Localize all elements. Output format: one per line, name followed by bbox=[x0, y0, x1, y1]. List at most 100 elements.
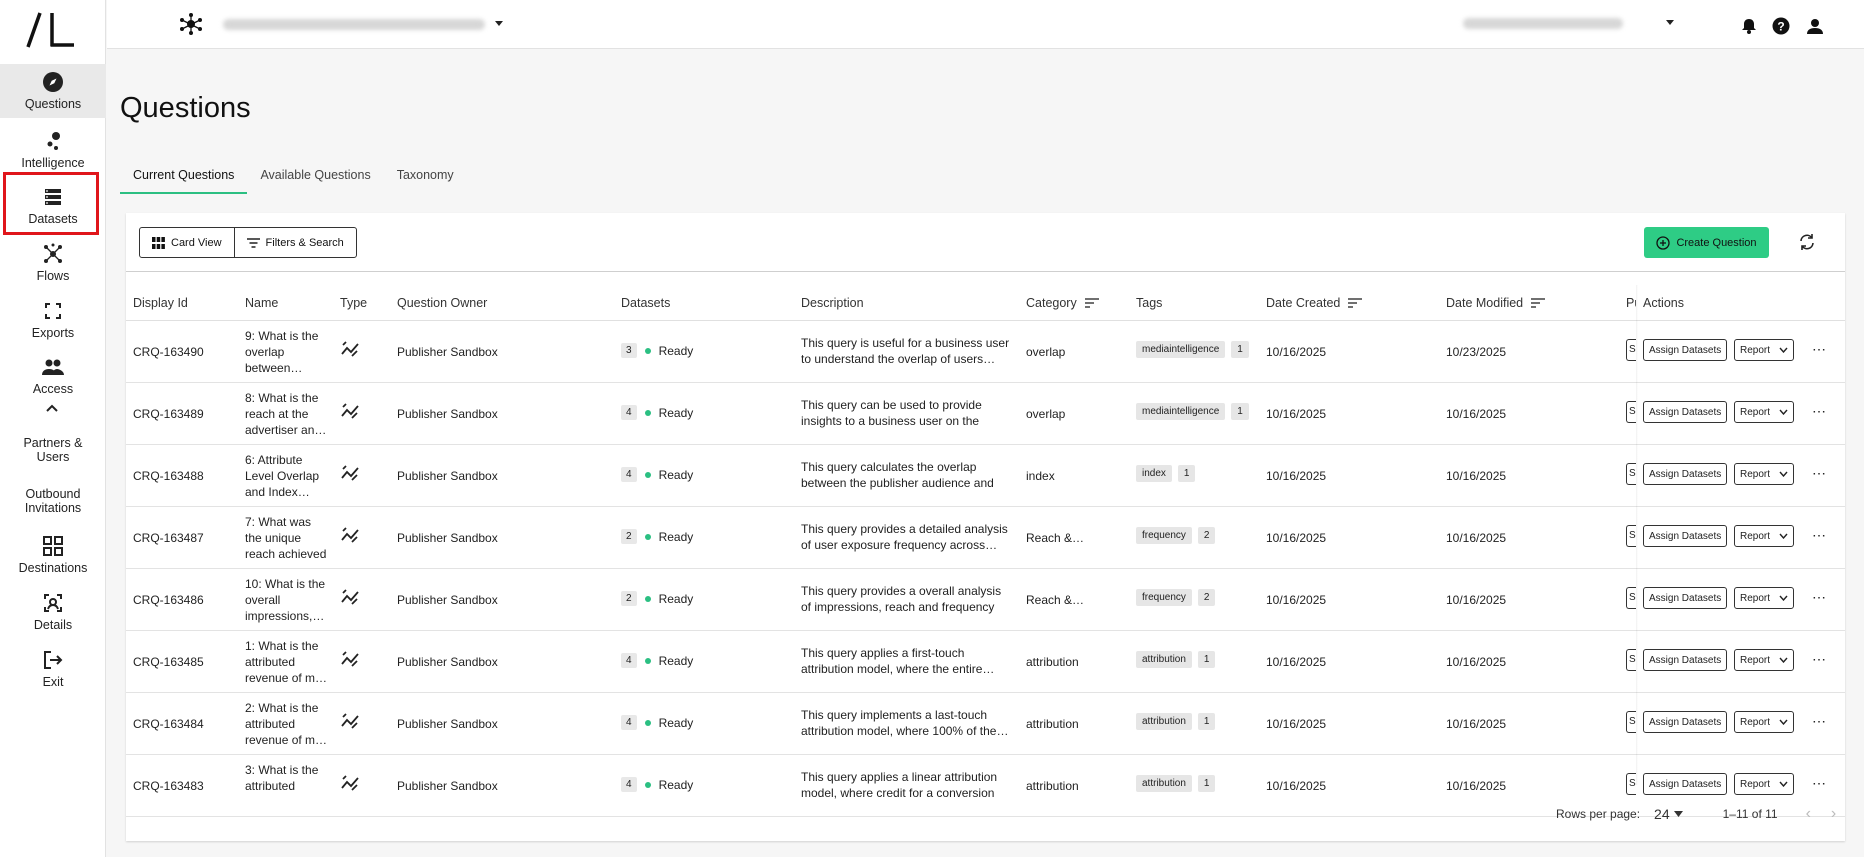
header-display-id[interactable]: Display Id bbox=[133, 296, 188, 310]
table-row[interactable]: CRQ-163486 10: What is the overall impres… bbox=[126, 569, 1845, 631]
header-partial[interactable]: Pu bbox=[1626, 296, 1636, 310]
assign-datasets-button[interactable]: Assign Datasets bbox=[1643, 525, 1728, 547]
question-name[interactable]: 3: What is the attributed bbox=[245, 762, 331, 810]
question-owner: Publisher Sandbox bbox=[397, 717, 498, 731]
user-name-redacted[interactable] bbox=[1463, 18, 1623, 29]
table-row[interactable]: CRQ-163489 8: What is the reach at the ad… bbox=[126, 383, 1845, 445]
tags: frequency 2 bbox=[1136, 527, 1216, 544]
sort-icon[interactable] bbox=[1084, 298, 1099, 308]
card-view-button[interactable]: Card View bbox=[140, 228, 234, 257]
assign-datasets-button[interactable]: Assign Datasets bbox=[1643, 649, 1728, 671]
tag-chip: attribution bbox=[1136, 775, 1192, 792]
more-options-icon[interactable]: ⋯ bbox=[1812, 775, 1827, 792]
datasets-status: 4 Ready bbox=[621, 715, 693, 730]
question-name[interactable]: 6: Attribute Level Overlap and Index… bbox=[245, 452, 331, 500]
assign-datasets-button[interactable]: Assign Datasets bbox=[1643, 587, 1728, 609]
question-name[interactable]: 7: What was the unique reach achieved by… bbox=[245, 514, 331, 562]
date-modified: 10/16/2025 bbox=[1446, 779, 1507, 793]
bell-icon[interactable] bbox=[1741, 18, 1757, 34]
sidebar-item-exit[interactable]: Exit bbox=[0, 649, 106, 689]
question-name[interactable]: 10: What is the overall impressions,… bbox=[245, 576, 331, 624]
more-options-icon[interactable]: ⋯ bbox=[1812, 527, 1827, 544]
more-options-icon[interactable]: ⋯ bbox=[1812, 403, 1827, 420]
table-row[interactable]: CRQ-163488 6: Attribute Level Overlap and… bbox=[126, 445, 1845, 507]
assign-datasets-button[interactable]: Assign Datasets bbox=[1643, 711, 1728, 733]
header-type[interactable]: Type bbox=[340, 296, 367, 310]
sidebar-item-questions[interactable]: Questions bbox=[0, 64, 106, 118]
partial-column-button[interactable]: S bbox=[1626, 587, 1636, 609]
table-row[interactable]: CRQ-163487 7: What was the unique reach a… bbox=[126, 507, 1845, 569]
question-name[interactable]: 2: What is the attributed revenue of m… bbox=[245, 700, 331, 748]
partial-column-button[interactable]: S bbox=[1626, 525, 1636, 547]
question-name[interactable]: 1: What is the attributed revenue of m… bbox=[245, 638, 331, 686]
partial-column-button[interactable]: S bbox=[1626, 649, 1636, 671]
sidebar-item-outbound-invitations[interactable]: Outbound Invitations bbox=[0, 487, 106, 515]
report-button[interactable]: Report bbox=[1734, 525, 1794, 547]
status-dot-icon bbox=[644, 781, 651, 788]
header-tags[interactable]: Tags bbox=[1136, 296, 1162, 310]
more-options-icon[interactable]: ⋯ bbox=[1812, 589, 1827, 606]
header-category[interactable]: Category bbox=[1026, 296, 1099, 310]
analytics-type-icon bbox=[340, 525, 360, 545]
partial-column-button[interactable]: S bbox=[1626, 711, 1636, 733]
table-row[interactable]: CRQ-163490 9: What is the overlap between… bbox=[126, 321, 1845, 383]
sort-icon[interactable] bbox=[1531, 298, 1546, 308]
sidebar-item-intelligence[interactable]: Intelligence bbox=[0, 130, 106, 170]
tag-chip: frequency bbox=[1136, 589, 1192, 606]
question-owner: Publisher Sandbox bbox=[397, 779, 498, 793]
report-button[interactable]: Report bbox=[1734, 587, 1794, 609]
partial-column-button[interactable]: S bbox=[1626, 773, 1636, 795]
tab-available-questions[interactable]: Available Questions bbox=[247, 160, 383, 194]
org-name-redacted[interactable] bbox=[223, 19, 485, 30]
refresh-icon[interactable] bbox=[1798, 233, 1816, 251]
report-button[interactable]: Report bbox=[1734, 401, 1794, 423]
question-name[interactable]: 8: What is the reach at the advertiser a… bbox=[245, 390, 331, 438]
date-created: 10/16/2025 bbox=[1266, 531, 1327, 545]
sidebar-item-partners-users[interactable]: Partners & Users bbox=[0, 436, 106, 464]
sidebar-item-details[interactable]: Details bbox=[0, 592, 106, 632]
sidebar-item-access[interactable]: Access bbox=[0, 356, 106, 396]
more-options-icon[interactable]: ⋯ bbox=[1812, 651, 1827, 668]
table-row[interactable]: CRQ-163484 2: What is the attributed reve… bbox=[126, 693, 1845, 755]
chevron-up-icon[interactable] bbox=[46, 403, 58, 413]
more-options-icon[interactable]: ⋯ bbox=[1812, 465, 1827, 482]
user-icon[interactable] bbox=[1807, 18, 1823, 34]
tab-current-questions[interactable]: Current Questions bbox=[120, 160, 248, 194]
prev-page-button[interactable]: ‹ bbox=[1806, 805, 1811, 823]
user-dropdown-icon[interactable] bbox=[1665, 18, 1675, 26]
more-options-icon[interactable]: ⋯ bbox=[1812, 341, 1827, 358]
partial-column-button[interactable]: S bbox=[1626, 401, 1636, 423]
header-name[interactable]: Name bbox=[245, 296, 278, 310]
header-datasets[interactable]: Datasets bbox=[621, 296, 670, 310]
sidebar-item-destinations[interactable]: Destinations bbox=[0, 535, 106, 575]
filters-search-button[interactable]: Filters & Search bbox=[233, 228, 356, 257]
question-name[interactable]: 9: What is the overlap between… bbox=[245, 328, 331, 376]
report-button[interactable]: Report bbox=[1734, 339, 1794, 361]
report-button[interactable]: Report bbox=[1734, 711, 1794, 733]
assign-datasets-button[interactable]: Assign Datasets bbox=[1643, 773, 1728, 795]
header-date-created[interactable]: Date Created bbox=[1266, 296, 1363, 310]
header-date-modified[interactable]: Date Modified bbox=[1446, 296, 1546, 310]
next-page-button[interactable]: › bbox=[1831, 805, 1836, 823]
table-row[interactable]: CRQ-163485 1: What is the attributed reve… bbox=[126, 631, 1845, 693]
create-question-button[interactable]: Create Question bbox=[1644, 227, 1769, 258]
header-description[interactable]: Description bbox=[801, 296, 864, 310]
assign-datasets-button[interactable]: Assign Datasets bbox=[1643, 339, 1728, 361]
sidebar-item-flows[interactable]: Flows bbox=[0, 243, 106, 283]
partial-column-button[interactable]: S bbox=[1626, 463, 1636, 485]
more-options-icon[interactable]: ⋯ bbox=[1812, 713, 1827, 730]
help-icon[interactable]: ? bbox=[1772, 17, 1790, 35]
sidebar-item-exports[interactable]: Exports bbox=[0, 300, 106, 340]
tab-taxonomy[interactable]: Taxonomy bbox=[384, 160, 467, 194]
logo-icon[interactable] bbox=[26, 12, 78, 48]
report-button[interactable]: Report bbox=[1734, 463, 1794, 485]
report-button[interactable]: Report bbox=[1734, 773, 1794, 795]
rows-per-page-select[interactable]: 24 bbox=[1654, 806, 1683, 822]
header-owner[interactable]: Question Owner bbox=[397, 296, 487, 310]
org-dropdown-icon[interactable] bbox=[494, 19, 504, 27]
partial-column-button[interactable]: S bbox=[1626, 339, 1636, 361]
sort-icon[interactable] bbox=[1348, 298, 1363, 308]
assign-datasets-button[interactable]: Assign Datasets bbox=[1643, 401, 1728, 423]
assign-datasets-button[interactable]: Assign Datasets bbox=[1643, 463, 1728, 485]
report-button[interactable]: Report bbox=[1734, 649, 1794, 671]
